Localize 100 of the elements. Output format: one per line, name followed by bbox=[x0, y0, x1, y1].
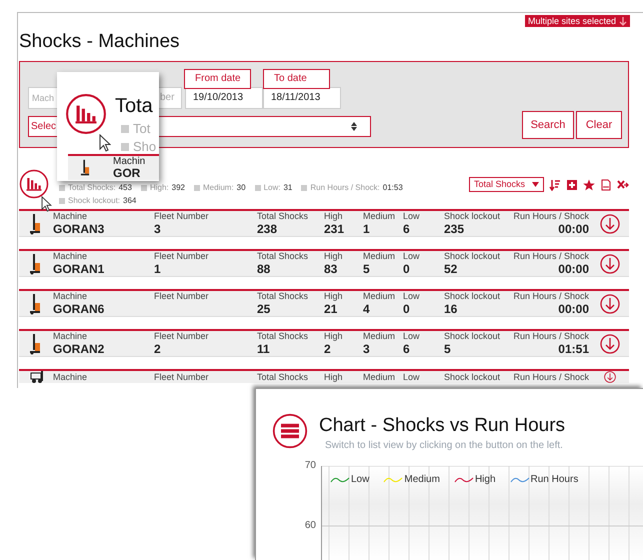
summary-label: Medium: bbox=[202, 182, 234, 193]
field-label: Fleet Number bbox=[154, 291, 209, 302]
legend-swatch bbox=[140, 184, 147, 190]
summary-label: Total Shocks: bbox=[68, 182, 116, 193]
field-value: 21 bbox=[324, 302, 338, 316]
legend-swatch bbox=[301, 184, 308, 190]
field-value: GOR bbox=[113, 167, 142, 180]
field-value: 00:00 bbox=[558, 302, 589, 316]
field-value: GORAN2 bbox=[53, 342, 104, 356]
field-value: GORAN1 bbox=[53, 262, 104, 276]
field-label: Medium bbox=[363, 211, 396, 222]
field-label: Run Hours / Shock bbox=[513, 211, 589, 222]
date-field[interactable]: 19/10/2013 bbox=[185, 87, 263, 109]
field-label: Low bbox=[403, 251, 420, 262]
field-value: 1 bbox=[363, 222, 370, 236]
field-label: Machine bbox=[53, 211, 88, 222]
machine-row[interactable]: Machine GORAN6 Fleet Number Total Shocks 25 High 21 Medium 4 Low 0 Shock lockout 16 Run Hours / Shock 00:00 bbox=[19, 289, 629, 317]
field-label: Run Hours / Shock bbox=[513, 331, 589, 342]
machine-row[interactable]: Machine GORAN1 Fleet Number 1 Total Shocks 88 High 83 Medium 5 Low 0 Shock lockout 52 Run Hours / Shock 00:00 bbox=[19, 249, 629, 277]
field-label: Shock lockout bbox=[444, 211, 500, 222]
site-selector[interactable]: Multiple sites selected bbox=[524, 15, 630, 27]
field-value: 88 bbox=[257, 262, 270, 276]
machine-row[interactable]: Machine GORAN3 Fleet Number 3 Total Shocks 238 High 231 Medium 1 Low 6 Shock lockout 235 Run Hours / Shock 00:00 bbox=[19, 209, 629, 237]
field-value: 01:51 bbox=[558, 342, 589, 356]
field-value: 25 bbox=[257, 302, 270, 316]
field-value: 16 bbox=[444, 302, 458, 316]
field-label: High bbox=[324, 291, 343, 302]
legend-label: Sho bbox=[133, 140, 156, 154]
summary-value: 31 bbox=[283, 182, 292, 193]
machine-row[interactable]: Machine Fleet Number Total Shocks High Medium Low Shock lockout Run Hours / Shock bbox=[19, 369, 629, 383]
field-value: 6 bbox=[403, 342, 410, 356]
date-label: From date bbox=[184, 69, 251, 89]
clear-filter-icon[interactable] bbox=[617, 178, 629, 190]
field-value: 235 bbox=[444, 222, 464, 236]
summary-label: Low: bbox=[264, 182, 280, 193]
summary-label: Shock lockout: bbox=[68, 195, 120, 206]
list-view-icon bbox=[272, 413, 308, 449]
field-value: GORAN3 bbox=[53, 222, 104, 236]
field-label: Fleet Number bbox=[154, 331, 209, 342]
field-value: 00:00 bbox=[558, 262, 589, 276]
legend-label: Run Hours bbox=[530, 473, 578, 487]
legend-swatch bbox=[254, 184, 261, 190]
chart-subtitle: Switch to list view by clicking on the button on the left. bbox=[325, 440, 563, 452]
field-label: Run Hours / Shock bbox=[513, 291, 589, 302]
reach-truck-icon bbox=[29, 292, 41, 314]
field-value: 83 bbox=[324, 262, 338, 276]
legend-label: Low bbox=[351, 473, 370, 487]
add-icon[interactable] bbox=[566, 178, 578, 190]
date-label: To date bbox=[263, 69, 330, 89]
bar-chart-icon bbox=[19, 169, 49, 199]
field-value: GORAN6 bbox=[53, 302, 104, 316]
summary-value: 30 bbox=[236, 182, 246, 193]
field-label: Total Shocks bbox=[257, 251, 308, 262]
sort-icon[interactable] bbox=[549, 178, 561, 190]
bar-chart-icon bbox=[65, 93, 107, 135]
reach-truck-icon bbox=[29, 212, 41, 234]
sort-dropdown[interactable]: Total Shocks bbox=[469, 177, 544, 192]
summary-value: 01:53 bbox=[382, 182, 403, 193]
field-value: 0 bbox=[403, 262, 410, 276]
reach-truck-icon bbox=[80, 159, 90, 177]
field-label: Fleet Number bbox=[154, 372, 209, 382]
summary-label: High: bbox=[150, 182, 169, 193]
field-label: Fleet Number bbox=[154, 251, 209, 262]
field-label: High bbox=[324, 372, 343, 382]
field-value: 6 bbox=[403, 222, 410, 236]
field-value: 231 bbox=[324, 222, 344, 236]
reach-truck-icon bbox=[29, 252, 41, 274]
legend-swatch bbox=[121, 125, 129, 133]
field-label: Medium bbox=[363, 291, 396, 302]
field-label: High bbox=[324, 331, 343, 342]
legend-swatch bbox=[194, 184, 200, 190]
field-label: Low bbox=[403, 291, 420, 302]
cursor-icon bbox=[41, 196, 52, 212]
field-label: Total Shocks bbox=[257, 291, 308, 302]
search-button[interactable]: Search bbox=[522, 111, 574, 139]
machine-row[interactable]: Machine GORAN2 Fleet Number 2 Total Shocks 11 High 2 Medium 3 Low 6 Shock lockout 5 Run Hours / Shock 01:51 bbox=[19, 329, 629, 357]
field-label: Fleet Number bbox=[154, 211, 209, 222]
field-value: 2 bbox=[324, 342, 331, 356]
legend-swatch bbox=[59, 198, 65, 204]
legend-label: High bbox=[474, 473, 496, 487]
pdf-icon[interactable] bbox=[600, 178, 612, 190]
legend-swatch bbox=[59, 184, 65, 190]
field-value: 238 bbox=[257, 222, 278, 236]
field-label: Low bbox=[403, 372, 420, 382]
field-label: Shock lockout bbox=[444, 372, 500, 382]
field-value: 11 bbox=[257, 342, 270, 356]
field-label: Machine bbox=[53, 291, 88, 302]
page-title: Shocks - Machines bbox=[19, 30, 181, 54]
field-label: Medium bbox=[363, 372, 396, 382]
star-icon[interactable] bbox=[583, 178, 595, 190]
summary-value: 392 bbox=[172, 182, 185, 193]
field-value: 52 bbox=[444, 262, 458, 276]
field-value: 3 bbox=[363, 342, 370, 356]
field-label: Run Hours / Shock bbox=[513, 372, 589, 382]
date-field[interactable]: 18/11/2013 bbox=[263, 87, 341, 109]
field-label: Run Hours / Shock bbox=[513, 251, 589, 262]
field-value: 3 bbox=[154, 222, 161, 236]
field-value: 0 bbox=[403, 302, 410, 316]
clear-button[interactable]: Clear bbox=[576, 111, 622, 139]
axis-tick-label: 70 bbox=[304, 460, 316, 472]
